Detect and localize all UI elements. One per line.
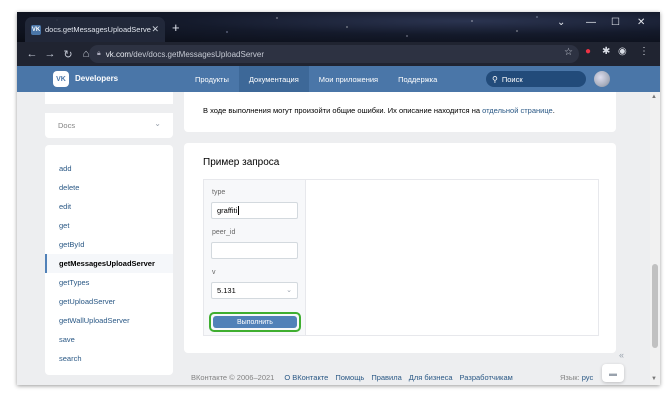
errors-note-end: .	[552, 106, 555, 115]
method-get[interactable]: get	[45, 216, 173, 235]
browser-tab[interactable]: VK docs.getMessagesUploadServer ✕	[25, 17, 165, 42]
scrollbar[interactable]: ▲ ▼	[650, 92, 660, 385]
star-icon[interactable]: ☆	[564, 47, 573, 58]
method-getbyid[interactable]: getById	[45, 235, 173, 254]
extension-icon[interactable]: ●	[585, 46, 591, 57]
chevron-down-icon: ⌄	[286, 287, 292, 294]
method-delete[interactable]: delete	[45, 178, 173, 197]
forward-icon[interactable]: →	[41, 48, 59, 60]
url-path: /dev/docs.getMessagesUploadServer	[131, 49, 265, 59]
type-value: graffiti	[217, 206, 238, 215]
search-input[interactable]: ⚲ Поиск	[486, 71, 586, 87]
type-label: type	[212, 189, 226, 196]
profile-icon[interactable]: ◉	[618, 46, 627, 57]
version-select[interactable]: 5.131 ⌄	[211, 282, 298, 299]
method-getwalluploadserver[interactable]: getWallUploadServer	[45, 311, 173, 330]
method-add[interactable]: add	[45, 159, 173, 178]
search-placeholder: Поиск	[501, 74, 523, 84]
method-edit[interactable]: edit	[45, 197, 173, 216]
tab-close-icon[interactable]: ✕	[151, 24, 159, 35]
version-value: 5.131	[217, 286, 236, 295]
menu-support[interactable]: Поддержка	[388, 66, 447, 92]
footer: ВКонтакте © 2006–2021 О ВКонтакте Помощь…	[191, 373, 520, 382]
reload-icon[interactable]: ↻	[59, 48, 77, 61]
request-example-card: Пример запроса type graffiti peer_id v 5…	[184, 143, 616, 353]
sidebar-top-card	[45, 92, 173, 104]
method-search[interactable]: search	[45, 349, 173, 368]
errors-note: В ходе выполнения могут произойти общие …	[203, 106, 481, 115]
new-tab-icon[interactable]: +	[172, 20, 180, 35]
request-panel: type graffiti peer_id v 5.131 ⌄ Выполнит…	[203, 179, 599, 336]
menu-products[interactable]: Продукты	[185, 66, 239, 92]
scroll-down-icon[interactable]: ▼	[651, 376, 657, 382]
method-save[interactable]: save	[45, 330, 173, 349]
puzzle-icon[interactable]: ✱	[602, 46, 610, 57]
menu-documentation[interactable]: Документация	[238, 66, 309, 92]
method-getmessagesuploadserver[interactable]: getMessagesUploadServer	[45, 254, 173, 273]
version-label: v	[212, 269, 216, 276]
request-form: type graffiti peer_id v 5.131 ⌄ Выполнит…	[204, 180, 306, 335]
vk-favicon-icon: VK	[31, 24, 41, 35]
language-switch[interactable]: Язык: рус	[560, 373, 593, 382]
copyright: ВКонтакте © 2006–2021	[191, 373, 275, 382]
footer-link-developers[interactable]: Разработчикам	[460, 373, 513, 382]
footer-link-rules[interactable]: Правила	[371, 373, 401, 382]
lock-icon: 🔒︎	[97, 50, 101, 57]
back-icon[interactable]: ←	[23, 48, 41, 60]
footer-link-help[interactable]: Помощь	[335, 373, 364, 382]
main-menu: Продукты Документация Мои приложения Под…	[185, 66, 447, 92]
footer-link-business[interactable]: Для бизнеса	[409, 373, 453, 382]
run-button-highlight: Выполнить	[209, 312, 301, 332]
title-bar: VK docs.getMessagesUploadServer ✕ + ⌄ — …	[17, 12, 660, 42]
menu-icon[interactable]: ⋮	[639, 46, 649, 57]
method-getuploadserver[interactable]: getUploadServer	[45, 292, 173, 311]
run-button[interactable]: Выполнить	[213, 316, 297, 328]
url-host: vk.com	[105, 49, 132, 59]
chevron-down-icon: ⌄	[154, 119, 161, 128]
language-label: Язык:	[560, 373, 580, 382]
peer-id-label: peer_id	[212, 229, 236, 236]
section-selector[interactable]: Docs ⌄	[45, 113, 173, 138]
maximize-icon[interactable]: ☐	[611, 17, 620, 28]
type-field[interactable]: graffiti	[211, 202, 298, 219]
collapse-icon[interactable]: «	[619, 350, 624, 360]
scroll-thumb[interactable]	[652, 264, 658, 348]
errors-page-link[interactable]: отдельной странице	[482, 106, 553, 115]
vk-header: VK Developers Продукты Документация Мои …	[17, 66, 660, 92]
peer-id-field[interactable]	[211, 242, 298, 259]
errors-card: В ходе выполнения могут произойти общие …	[184, 92, 616, 132]
method-gettypes[interactable]: getTypes	[45, 273, 173, 292]
window-close-icon[interactable]: ✕	[637, 17, 645, 28]
errors-text: В ходе выполнения могут произойти общие …	[203, 106, 555, 115]
chat-bubble-icon[interactable]: ▬	[602, 364, 624, 382]
text-caret	[238, 206, 240, 215]
brand-name[interactable]: Developers	[75, 74, 118, 83]
browser-window: VK docs.getMessagesUploadServer ✕ + ⌄ — …	[17, 12, 660, 385]
avatar[interactable]	[594, 71, 610, 87]
vk-logo-icon[interactable]: VK	[53, 71, 69, 87]
minimize-icon[interactable]: —	[586, 17, 596, 28]
browser-toolbar: ← → ↻ ⌂ 🔒︎ vk.com /dev/docs.getMessagesU…	[17, 42, 660, 66]
address-bar[interactable]: 🔒︎ vk.com /dev/docs.getMessagesUploadSer…	[89, 45, 579, 63]
tab-title: docs.getMessagesUploadServer	[45, 25, 152, 34]
search-icon: ⚲	[492, 74, 498, 84]
section-label: Docs	[58, 121, 76, 130]
language-value: рус	[581, 373, 594, 382]
tab-search-icon[interactable]: ⌄	[557, 17, 565, 28]
footer-link-about[interactable]: О ВКонтакте	[284, 373, 328, 382]
scroll-up-icon[interactable]: ▲	[651, 94, 657, 100]
menu-my-apps[interactable]: Мои приложения	[309, 66, 388, 92]
methods-list: add delete edit get getById getMessagesU…	[45, 145, 173, 375]
request-title: Пример запроса	[203, 157, 280, 168]
